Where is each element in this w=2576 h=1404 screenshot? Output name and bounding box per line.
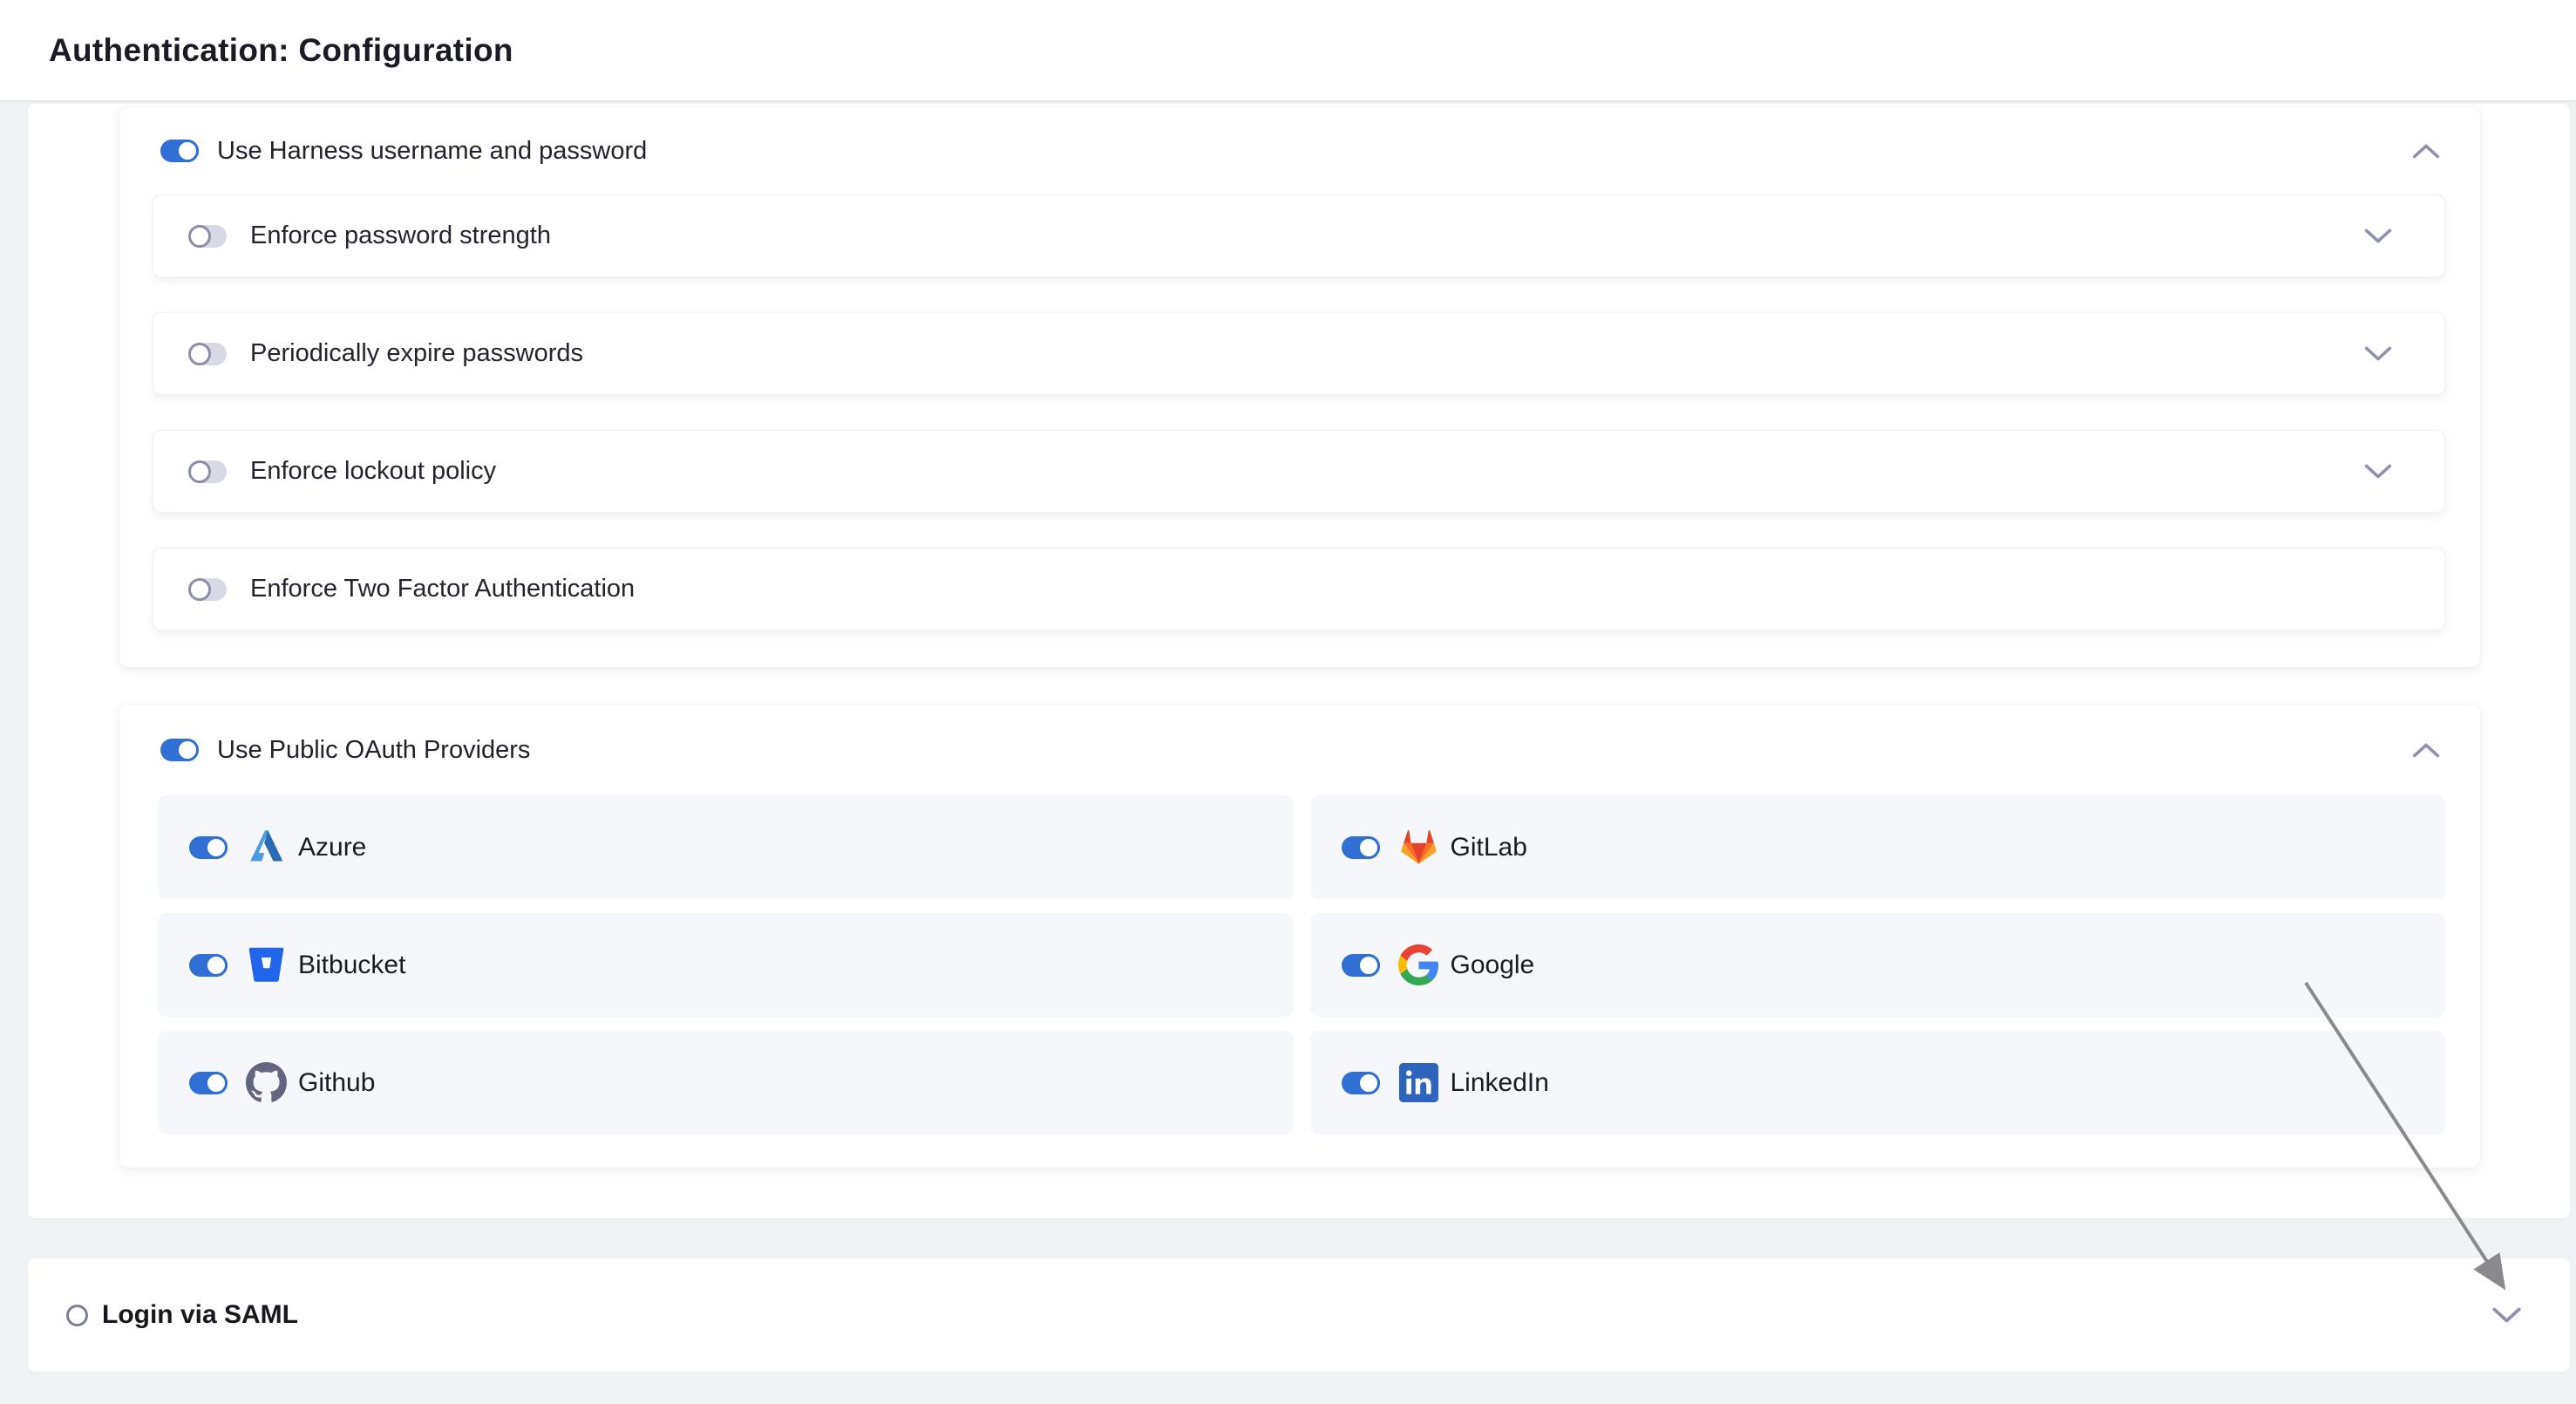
google-icon	[1398, 944, 1439, 985]
enforce-lockout-policy-toggle[interactable]	[188, 460, 227, 483]
saml-radio-button[interactable]	[66, 1305, 88, 1326]
toggle-knob	[188, 460, 211, 483]
periodically-expire-passwords-toggle[interactable]	[188, 343, 227, 365]
toggle-knob	[1357, 1072, 1380, 1094]
toggle-knob	[205, 1072, 228, 1094]
toggle-knob	[188, 225, 211, 248]
toggle-knob	[1357, 954, 1380, 977]
chevron-down-icon[interactable]	[2491, 1307, 2522, 1323]
toggle-knob	[188, 343, 211, 365]
setting-enforce-lockout-policy[interactable]: Enforce lockout policy	[153, 430, 2445, 513]
oauth-section-header: Use Public OAuth Providers	[119, 705, 2480, 795]
page-title: Authentication: Configuration	[49, 32, 513, 69]
linkedin-icon	[1398, 1062, 1439, 1103]
provider-label: Google	[1451, 951, 1535, 980]
github-icon	[246, 1062, 287, 1103]
oauth-toggle[interactable]	[160, 739, 199, 761]
toggle-knob	[205, 836, 228, 859]
enforce-two-factor-toggle[interactable]	[188, 578, 227, 601]
toggle-knob	[176, 739, 199, 761]
github-toggle[interactable]	[189, 1072, 228, 1094]
toggle-knob	[205, 954, 228, 977]
toggle-knob	[176, 140, 199, 162]
setting-enforce-two-factor-authentication[interactable]: Enforce Two Factor Authentication	[153, 548, 2445, 630]
provider-tile-google: Google	[1310, 913, 2446, 1017]
provider-label: Bitbucket	[298, 951, 405, 980]
provider-tile-github: Github	[158, 1031, 1294, 1135]
bitbucket-toggle[interactable]	[189, 954, 228, 977]
gitlab-toggle[interactable]	[1342, 836, 1380, 859]
setting-periodically-expire-passwords[interactable]: Periodically expire passwords	[153, 312, 2445, 395]
azure-toggle[interactable]	[189, 836, 228, 859]
provider-label: Azure	[298, 833, 366, 862]
provider-tile-bitbucket: Bitbucket	[158, 913, 1294, 1017]
google-toggle[interactable]	[1342, 954, 1380, 977]
username-password-section-header: Use Harness username and password	[119, 107, 2480, 194]
gitlab-icon	[1398, 827, 1439, 868]
setting-label: Enforce password strength	[250, 222, 551, 250]
enforce-password-strength-toggle[interactable]	[188, 225, 227, 248]
provider-tile-azure: Azure	[158, 795, 1294, 899]
setting-label: Periodically expire passwords	[250, 339, 583, 368]
chevron-up-icon[interactable]	[2412, 743, 2440, 758]
password-sub-settings: Enforce password strength Periodically e…	[119, 194, 2480, 630]
saml-accordion-row[interactable]: Login via SAML	[28, 1258, 2570, 1372]
oauth-section-label: Use Public OAuth Providers	[217, 736, 530, 765]
username-password-section-label: Use Harness username and password	[217, 137, 647, 166]
toggle-knob	[1357, 836, 1380, 859]
provider-label: GitLab	[1451, 833, 1527, 862]
chevron-down-icon[interactable]	[2364, 346, 2392, 361]
bitbucket-icon	[246, 944, 287, 985]
setting-enforce-password-strength[interactable]: Enforce password strength	[153, 194, 2445, 277]
chevron-down-icon[interactable]	[2364, 464, 2392, 479]
setting-label: Enforce lockout policy	[250, 457, 496, 486]
username-password-toggle[interactable]	[160, 140, 199, 162]
provider-tile-linkedin: LinkedIn	[1310, 1031, 2446, 1135]
oauth-provider-grid: Azure GitLab	[119, 795, 2480, 1135]
chevron-down-icon[interactable]	[2364, 228, 2392, 243]
setting-label: Enforce Two Factor Authentication	[250, 575, 635, 603]
provider-tile-gitlab: GitLab	[1310, 795, 2446, 899]
azure-icon	[246, 827, 287, 868]
provider-label: LinkedIn	[1451, 1068, 1549, 1098]
provider-label: Github	[298, 1068, 375, 1098]
linkedin-toggle[interactable]	[1342, 1072, 1380, 1094]
auth-settings-panel: Use Harness username and password Enforc…	[28, 104, 2570, 1218]
toggle-knob	[188, 578, 211, 601]
page-header: Authentication: Configuration	[0, 0, 2576, 102]
saml-label: Login via SAML	[102, 1300, 298, 1330]
section-card-oauth: Use Public OAuth Providers Azure	[119, 705, 2480, 1168]
section-card-username-password: Use Harness username and password Enforc…	[119, 107, 2480, 667]
chevron-up-icon[interactable]	[2412, 144, 2440, 159]
